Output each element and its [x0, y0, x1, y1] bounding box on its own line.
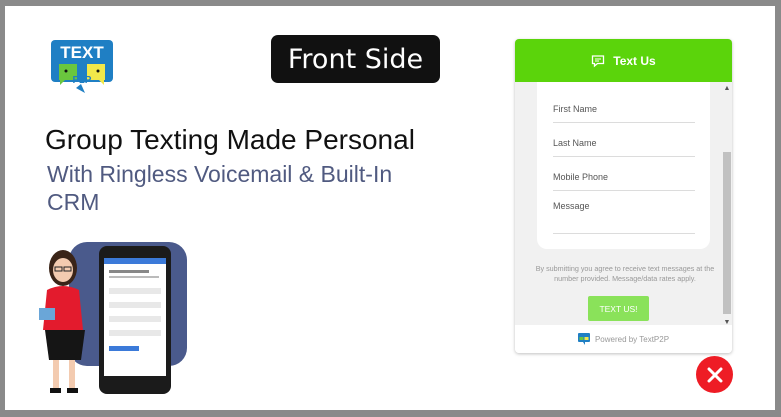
- mobile-phone-label: Mobile Phone: [553, 172, 609, 182]
- first-name-field[interactable]: First Name: [553, 100, 695, 123]
- widget-header[interactable]: Text Us: [515, 39, 732, 82]
- contact-form: First Name Last Name Mobile Phone Messag…: [537, 82, 710, 249]
- textp2p-logo: TEXT P2P: [51, 40, 113, 93]
- consent-disclaimer: By submitting you agree to receive text …: [535, 264, 715, 283]
- text-us-widget: Text Us First Name Last Name Mobile Phon…: [515, 39, 732, 353]
- message-field[interactable]: Message: [553, 197, 695, 234]
- mobile-phone-field[interactable]: Mobile Phone: [553, 168, 695, 191]
- subheadline: With Ringless Voicemail & Built-In CRM: [47, 161, 393, 215]
- svg-text:P2P: P2P: [73, 75, 92, 86]
- message-label: Message: [553, 201, 590, 211]
- last-name-label: Last Name: [553, 138, 597, 148]
- front-side-badge: Front Side: [271, 35, 440, 83]
- last-name-field[interactable]: Last Name: [553, 134, 695, 157]
- powered-by-text: Powered by TextP2P: [594, 334, 670, 344]
- widget-footer[interactable]: Powered by TextP2P: [515, 325, 732, 353]
- logo-text: TEXT: [60, 43, 104, 62]
- woman-with-phone-illustration: [39, 242, 187, 394]
- widget-body: First Name Last Name Mobile Phone Messag…: [515, 82, 732, 328]
- first-name-label: First Name: [553, 104, 598, 114]
- widget-scrollbar[interactable]: ▲ ▼: [722, 82, 732, 328]
- text-us-submit-button[interactable]: TEXT US!: [588, 296, 649, 321]
- textp2p-mini-logo-icon: [577, 333, 590, 345]
- close-icon: [707, 367, 722, 382]
- card: TEXT P2P Front Side Group Texting Made P…: [5, 6, 775, 410]
- scroll-up-arrow-icon[interactable]: ▲: [722, 84, 732, 94]
- widget-title: Text Us: [613, 53, 656, 68]
- headline: Group Texting Made Personal: [45, 124, 415, 155]
- close-button[interactable]: [696, 356, 733, 393]
- scroll-thumb[interactable]: [723, 152, 731, 314]
- chat-icon: [592, 54, 605, 67]
